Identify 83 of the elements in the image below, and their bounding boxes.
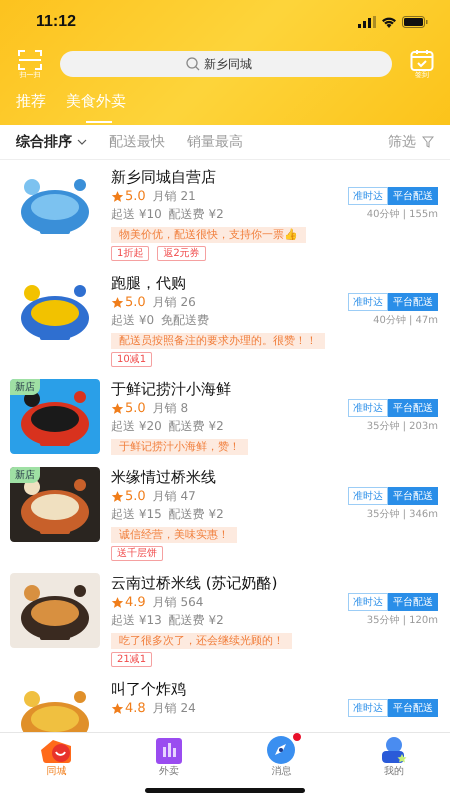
delivery-tag: 准时达 bbox=[348, 487, 388, 505]
shop-name[interactable]: 米缘情过桥米线 bbox=[111, 467, 438, 487]
battery-icon bbox=[402, 16, 428, 28]
sort-option[interactable]: 配送最快 bbox=[109, 133, 165, 151]
review-snippet: 诚信经营，美味实惠！ bbox=[111, 527, 237, 543]
sort-option[interactable]: 销量最高 bbox=[187, 133, 243, 151]
star-icon bbox=[111, 296, 124, 308]
time-distance: 35分钟 | 346m bbox=[366, 508, 438, 521]
delivery-tag: 准时达 bbox=[348, 399, 388, 417]
new-store-badge: 新店 bbox=[10, 467, 40, 483]
status-time: 11:12 bbox=[36, 13, 76, 31]
delivery-fee: 配送费 ¥2 bbox=[168, 506, 224, 522]
promo-tag: 21减1 bbox=[111, 652, 152, 667]
filter-button[interactable]: 筛选 bbox=[388, 133, 434, 151]
promo-tag: 送千层饼 bbox=[111, 546, 163, 561]
minimum-order: 起送 ¥20 bbox=[111, 418, 162, 434]
user-icon bbox=[380, 736, 407, 764]
shop-name[interactable]: 新乡同城自营店 bbox=[111, 167, 438, 187]
star-icon bbox=[111, 402, 124, 414]
delivery-fee: 配送费 ¥2 bbox=[168, 612, 224, 628]
star-icon bbox=[111, 596, 124, 608]
delivery-tag: 平台配送 bbox=[388, 699, 438, 717]
monthly-sales: 月销 21 bbox=[152, 188, 196, 204]
time-distance: 40分钟 | 47m bbox=[373, 314, 438, 327]
star-icon bbox=[111, 702, 124, 714]
shop-name[interactable]: 跑腿，代购 bbox=[111, 273, 438, 293]
sort-option[interactable]: 综合排序 bbox=[16, 133, 87, 151]
minimum-order: 起送 ¥13 bbox=[111, 612, 162, 628]
review-snippet: 物美价优，配送很快，支持你一票👍 bbox=[111, 227, 306, 243]
delivery-fee: 配送费 ¥2 bbox=[168, 206, 224, 222]
monthly-sales: 月销 26 bbox=[152, 294, 196, 310]
review-snippet: 于鲜记捞汁小海鲜，赞！ bbox=[111, 439, 248, 455]
wifi-icon bbox=[381, 16, 397, 28]
delivery-tag: 平台配送 bbox=[388, 399, 438, 417]
delivery-tag: 平台配送 bbox=[388, 593, 438, 611]
funnel-icon bbox=[422, 136, 434, 148]
shop-name[interactable]: 于鲜记捞汁小海鲜 bbox=[111, 379, 438, 399]
star-icon bbox=[111, 490, 124, 502]
promo-tag: 1折起 bbox=[111, 246, 150, 261]
delivery-tag: 平台配送 bbox=[388, 293, 438, 311]
rating: 5.0 bbox=[125, 294, 146, 310]
delivery-tag: 准时达 bbox=[348, 593, 388, 611]
nav-tab[interactable]: 消息 bbox=[225, 733, 338, 780]
delivery-tag: 准时达 bbox=[348, 187, 388, 205]
delivery-tag: 准时达 bbox=[348, 293, 388, 311]
search-bar[interactable]: 新乡同城 bbox=[60, 51, 392, 77]
monthly-sales: 月销 564 bbox=[152, 594, 204, 610]
compass-icon bbox=[267, 736, 296, 764]
shop-name[interactable]: 云南过桥米线 (苏记奶酪) bbox=[111, 573, 438, 593]
rating: 4.9 bbox=[125, 594, 146, 610]
bar-chart-icon bbox=[156, 738, 182, 764]
review-snippet: 配送员按照备注的要求办理的。很赞！！ bbox=[111, 333, 325, 349]
signal-icon bbox=[358, 16, 376, 28]
review-snippet: 吃了很多次了，还会继续光顾的！ bbox=[111, 633, 292, 649]
minimum-order: 起送 ¥15 bbox=[111, 506, 162, 522]
rating: 4.8 bbox=[125, 700, 146, 716]
search-field[interactable]: 新乡同城 bbox=[204, 57, 266, 71]
minimum-order: 起送 ¥10 bbox=[111, 206, 162, 222]
nav-tab[interactable]: 同城 bbox=[0, 733, 112, 780]
monthly-sales: 月销 8 bbox=[152, 400, 188, 416]
rating: 5.0 bbox=[125, 188, 146, 204]
delivery-tag: 平台配送 bbox=[388, 187, 438, 205]
star-icon bbox=[111, 190, 124, 202]
minimum-order: 起送 ¥0 bbox=[111, 312, 154, 328]
new-store-badge: 新店 bbox=[10, 379, 40, 395]
delivery-fee: 配送费 ¥2 bbox=[168, 418, 224, 434]
time-distance: 35分钟 | 120m bbox=[366, 614, 438, 627]
rating: 5.0 bbox=[125, 400, 146, 416]
time-distance: 35分钟 | 203m bbox=[366, 420, 438, 433]
time-distance: 40分钟 | 155m bbox=[366, 208, 438, 221]
monthly-sales: 月销 24 bbox=[152, 700, 196, 716]
delivery-fee: 免配送费 bbox=[161, 312, 210, 328]
promo-tag: 返2元券 bbox=[157, 246, 206, 261]
nav-tab[interactable]: 我的 bbox=[338, 733, 450, 780]
nav-tab[interactable]: 外卖 bbox=[112, 733, 225, 780]
delivery-tag: 准时达 bbox=[348, 699, 388, 717]
shop-name[interactable]: 叫了个炸鸡 bbox=[111, 679, 438, 699]
rating: 5.0 bbox=[125, 488, 146, 504]
search-icon bbox=[186, 57, 200, 71]
delivery-tag: 平台配送 bbox=[388, 487, 438, 505]
house-icon bbox=[39, 738, 74, 764]
monthly-sales: 月销 47 bbox=[152, 488, 196, 504]
promo-tag: 10减1 bbox=[111, 352, 152, 367]
